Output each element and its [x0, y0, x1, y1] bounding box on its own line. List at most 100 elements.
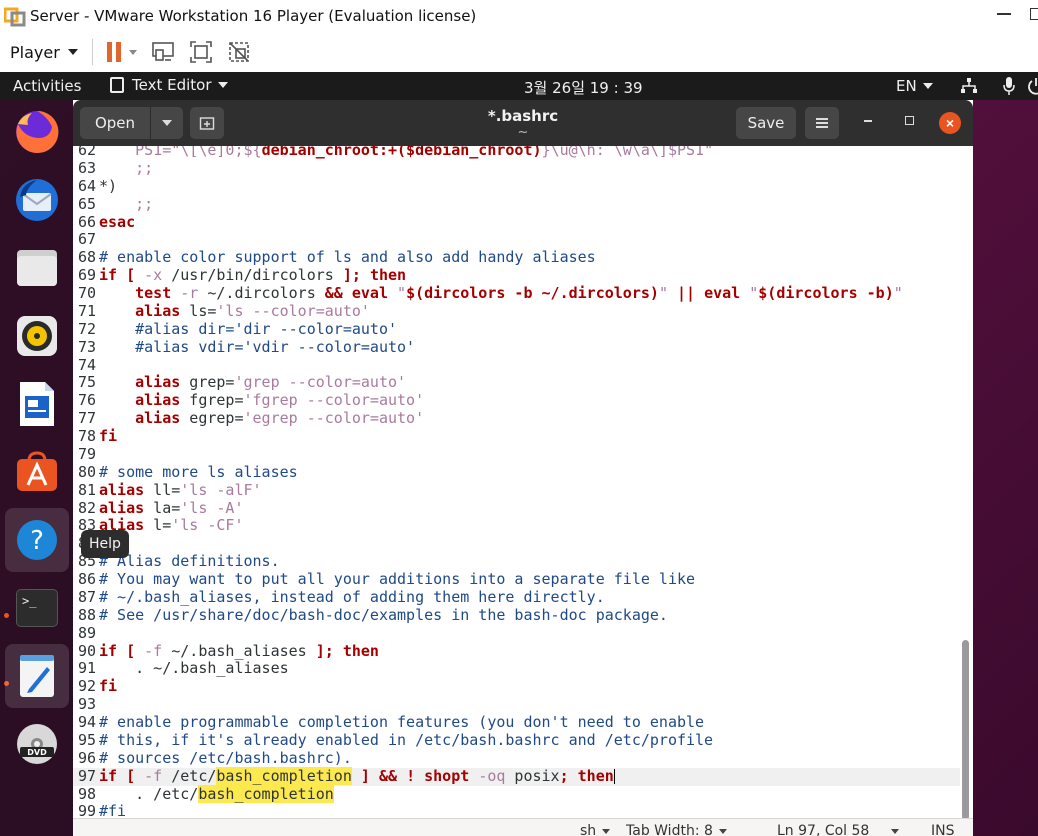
dock-item-dvd[interactable]: DVD	[5, 712, 69, 776]
dock-item-help[interactable]: ?	[5, 508, 69, 572]
code-line[interactable]: 65 ;;	[73, 194, 960, 214]
code-token: if	[99, 266, 118, 285]
maximize-icon[interactable]	[905, 116, 914, 125]
input-language-button[interactable]: EN	[896, 77, 933, 95]
code-line[interactable]: 72 #alias dir='dir --color=auto'	[73, 320, 960, 339]
minimize-icon[interactable]	[997, 13, 1011, 15]
code-line[interactable]: 99 #fi	[73, 802, 960, 818]
line-number: 65	[77, 194, 96, 213]
activities-button[interactable]: Activities	[13, 77, 81, 95]
insert-mode-indicator[interactable]: INS	[931, 823, 955, 836]
search-highlight: bash_completion	[216, 766, 352, 785]
code-line[interactable]: 89	[73, 623, 960, 643]
code-editor[interactable]: 62 PS1="\[\e]0;${debian_chroot:+($debian…	[73, 146, 973, 818]
code-line[interactable]: 87 # ~/.bash_aliases, instead of adding t…	[73, 588, 960, 607]
code-token: #fi	[99, 802, 127, 818]
line-number: 80	[77, 462, 96, 481]
app-menu-button[interactable]: Text Editor	[110, 76, 228, 94]
code-token: 'grep --color=auto'	[234, 373, 407, 392]
app-menu-label: Text Editor	[132, 76, 212, 94]
code-line[interactable]: 73 #alias vdir='vdir --color=auto'	[73, 338, 960, 357]
code-line[interactable]: 82 alias la='ls -A'	[73, 498, 960, 518]
dock-item-files[interactable]	[5, 236, 69, 300]
code-line[interactable]: 91 . ~/.bash_aliases	[73, 659, 960, 678]
language-selector[interactable]: sh	[580, 823, 611, 836]
code-token: -oq	[478, 766, 506, 785]
code-line[interactable]: 76 alias fgrep='fgrep --color=auto'	[73, 391, 960, 410]
power-icon[interactable]	[1028, 77, 1038, 95]
code-token: ;;	[135, 158, 154, 177]
dock-item-rhythmbox[interactable]	[5, 304, 69, 368]
code-line[interactable]: 83 alias l='ls -CF'	[73, 516, 960, 535]
help-icon: ?	[17, 520, 57, 560]
close-button[interactable]: ×	[939, 112, 961, 134]
minimize-icon[interactable]	[864, 120, 872, 122]
language-label: sh	[580, 823, 597, 836]
dock-item-text-editor[interactable]	[5, 644, 69, 708]
microphone-icon[interactable]	[1003, 76, 1015, 96]
dock-item-thunderbird[interactable]	[5, 168, 69, 232]
code-line[interactable]: 78 fi	[73, 427, 960, 446]
code-line[interactable]: 69 if [ -x /usr/bin/dircolors ]; then	[73, 266, 960, 285]
full-screen-icon[interactable]	[189, 40, 213, 64]
send-ctrl-alt-del-icon[interactable]	[151, 40, 175, 64]
code-line[interactable]: 62 PS1="\[\e]0;${debian_chroot:+($debian…	[73, 146, 960, 160]
network-icon[interactable]	[960, 78, 978, 94]
code-line[interactable]: 81 alias ll='ls -alF'	[73, 481, 960, 500]
dock-item-software[interactable]	[5, 440, 69, 504]
code-line[interactable]: 96 # sources /etc/bash.bashrc).	[73, 749, 960, 768]
line-number: 66	[77, 212, 96, 231]
code-line[interactable]: 97 if [ -f /etc/bash_completion ] && ! sh…	[73, 766, 960, 786]
line-number: 69	[77, 266, 96, 285]
pause-icon[interactable]	[106, 42, 121, 62]
code-token: ~/.dircolors	[198, 284, 325, 302]
code-line[interactable]: 68 # enable color support of ls and also …	[73, 248, 960, 267]
code-line[interactable]: 63 ;;	[73, 158, 960, 178]
player-menu-button[interactable]: Player	[10, 43, 78, 62]
code-line[interactable]: 64 *)	[73, 177, 960, 196]
code-line[interactable]: 79	[73, 445, 960, 464]
maximize-icon[interactable]	[1030, 8, 1038, 20]
code-token: "	[658, 284, 668, 302]
code-line[interactable]: 93	[73, 695, 960, 714]
save-button[interactable]: Save	[736, 107, 796, 139]
dock-item-writer[interactable]	[5, 372, 69, 436]
code-token: "	[397, 284, 407, 302]
main-menu-button[interactable]	[805, 107, 839, 139]
code-token: /etc/	[162, 766, 217, 785]
chevron-down-icon[interactable]	[128, 49, 137, 55]
cursor-position-selector[interactable]: Ln 97, Col 58	[777, 823, 900, 836]
code-line[interactable]: 86 # You may want to put all your additio…	[73, 570, 960, 589]
code-line[interactable]: 90 if [ -f ~/.bash_aliases ]; then	[73, 642, 960, 661]
code-token: la=	[144, 498, 181, 517]
code-line[interactable]: 88 # See /usr/share/doc/bash-doc/examples…	[73, 606, 960, 625]
rhythmbox-icon	[17, 316, 57, 356]
code-line[interactable]: 84	[73, 534, 960, 553]
vertical-scrollbar[interactable]	[962, 640, 969, 818]
code-token: # some more ls aliases	[99, 462, 298, 481]
code-line[interactable]: 92 fi	[73, 677, 960, 696]
code-line[interactable]: 95 # this, if it's already enabled in /et…	[73, 731, 960, 750]
code-token: -r	[180, 284, 199, 302]
code-line[interactable]: 85 # Alias definitions.	[73, 552, 960, 571]
code-line[interactable]: 71 alias ls='ls --color=auto'	[73, 302, 960, 321]
code-line[interactable]: 98 . /etc/bash_completion	[73, 784, 960, 804]
code-line[interactable]: 67	[73, 230, 960, 249]
dock-item-terminal[interactable]: >_	[5, 576, 69, 640]
code-line[interactable]: 75 alias grep='grep --color=auto'	[73, 373, 960, 392]
code-line[interactable]: 77 alias egrep='egrep --color=auto'	[73, 409, 960, 428]
code-line[interactable]: 94 # enable programmable completion featu…	[73, 713, 960, 732]
code-line[interactable]: 66 esac	[73, 212, 960, 232]
unity-mode-icon[interactable]	[227, 40, 251, 64]
code-line[interactable]: 70 test -r ~/.dircolors && eval "$(dirco…	[73, 284, 960, 303]
code-line[interactable]: 80 # some more ls aliases	[73, 462, 960, 482]
dock-item-firefox[interactable]	[5, 100, 69, 164]
clock[interactable]: 3월 26일 19 : 39	[524, 77, 643, 98]
line-number: 89	[77, 623, 96, 642]
dock: ? >_ DVD	[0, 100, 73, 836]
code-line[interactable]: 74	[73, 356, 960, 375]
